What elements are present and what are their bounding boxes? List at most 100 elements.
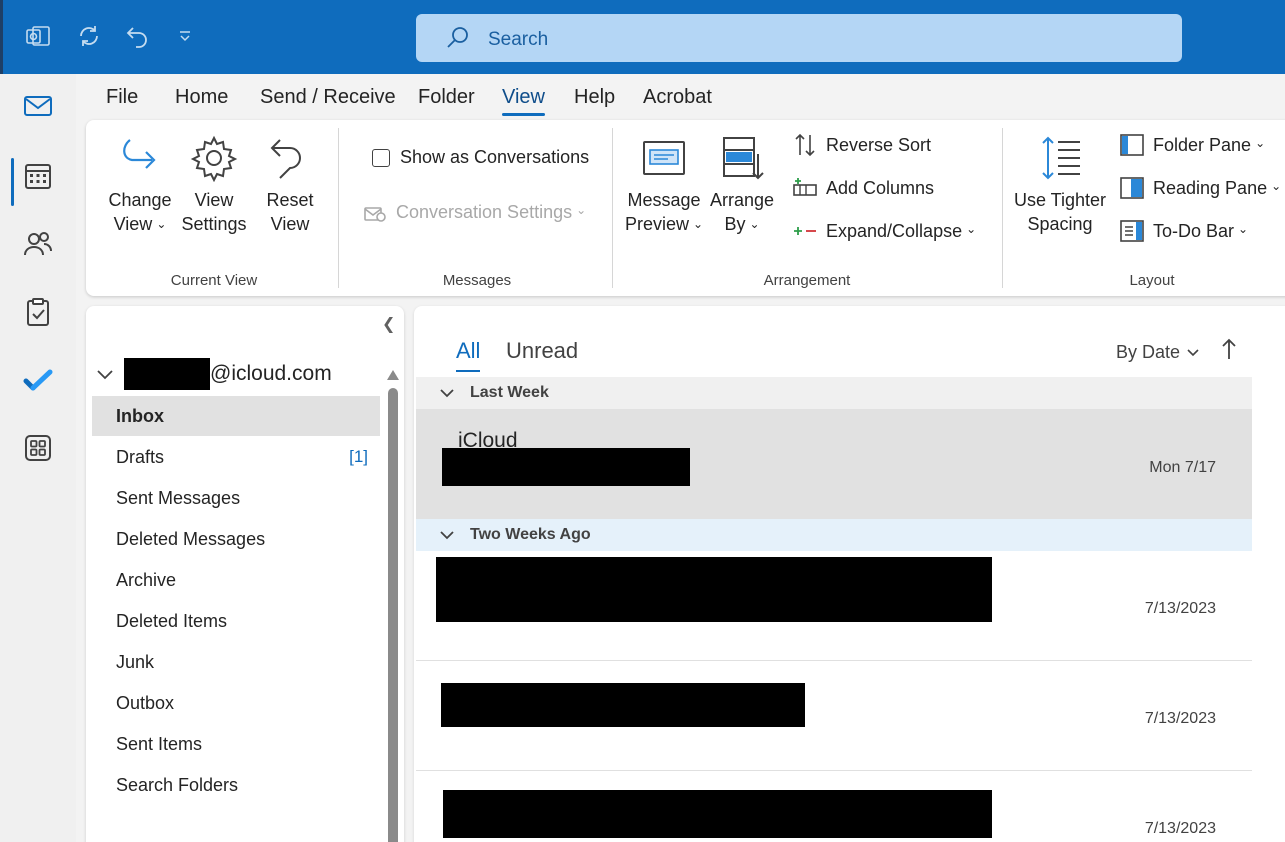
expand-collapse-label: Expand/Collapse (826, 220, 963, 241)
group-header-two-weeks-ago[interactable]: Two Weeks Ago (416, 519, 1252, 551)
title-bar-edge (0, 0, 3, 74)
expand-collapse-button[interactable]: Expand/Collapse ⌄ (792, 218, 976, 244)
todo-bar-button[interactable]: To-Do Bar ⌄ (1119, 218, 1248, 244)
reading-pane-button[interactable]: Reading Pane ⌄ (1119, 175, 1281, 201)
reset-view-button[interactable]: Reset View (256, 134, 324, 236)
tab-acrobat[interactable]: Acrobat (643, 82, 712, 113)
conversation-settings-button[interactable]: Conversation Settings ⌄ (362, 199, 586, 225)
scrollbar-thumb[interactable] (388, 388, 398, 842)
checkbox-box (372, 148, 390, 167)
redacted-message-preview (436, 557, 992, 622)
tab-home[interactable]: Home (175, 82, 228, 113)
chevron-down-icon: ⌄ (1238, 222, 1249, 236)
task-clipboard-icon (27, 298, 49, 326)
show-as-conversations-checkbox[interactable]: Show as Conversations (372, 147, 589, 168)
conversation-settings-label: Conversation Settings (396, 201, 573, 222)
sync-icon[interactable] (75, 22, 103, 50)
redacted-subject (442, 448, 690, 486)
calendar-icon (25, 164, 51, 189)
message-list: All Unread By Date Last Week iCloud Mon … (414, 306, 1285, 842)
message-row[interactable]: 7/13/2023 (416, 551, 1252, 661)
message-row[interactable]: iCloud Mon 7/17 (416, 409, 1252, 519)
folder-pane-button[interactable]: Folder Pane ⌄ (1119, 132, 1265, 158)
undo-icon[interactable] (124, 22, 152, 50)
rail-tasks-button[interactable] (12, 286, 64, 338)
sort-direction-arrow-icon[interactable] (1220, 338, 1238, 366)
ribbon: Change View ⌄ View Settings Reset View Cu… (86, 120, 1285, 296)
scroll-up-arrow-icon[interactable] (387, 370, 399, 380)
chevron-down-icon (96, 365, 114, 383)
folder-deleted-messages[interactable]: Deleted Messages (92, 519, 380, 559)
message-date: Mon 7/17 (1149, 459, 1216, 476)
folder-inbox[interactable]: Inbox (92, 396, 380, 436)
mail-icon (24, 96, 52, 116)
chevron-down-icon (440, 531, 454, 540)
people-icon (24, 232, 52, 256)
unread-count-badge: [1] (349, 447, 368, 466)
filter-tab-unread[interactable]: Unread (506, 338, 578, 364)
chevron-down-icon: ⌄ (1271, 179, 1282, 193)
collapse-folder-pane-icon[interactable]: ❮ (382, 314, 395, 334)
arrange-by-button[interactable]: Arrange By ⌄ (706, 134, 778, 238)
message-date: 7/13/2023 (1144, 820, 1216, 837)
folder-label: Drafts (116, 446, 165, 467)
reset-view-label-1: Reset (266, 190, 314, 210)
chevron-down-icon: ⌄ (966, 222, 977, 236)
folder-drafts[interactable]: Drafts [1] (92, 437, 380, 477)
folder-junk[interactable]: Junk (92, 642, 380, 682)
group-label-current-view: Current View (170, 272, 258, 289)
folder-pane-scrollbar[interactable] (387, 370, 399, 842)
rail-mail-button[interactable] (12, 80, 64, 132)
folder-deleted-items[interactable]: Deleted Items (92, 601, 380, 641)
ribbon-separator (612, 128, 613, 288)
reset-arrow-icon (266, 134, 314, 182)
tab-help[interactable]: Help (574, 82, 615, 113)
ribbon-separator (1002, 128, 1003, 288)
chevron-down-icon (440, 389, 454, 398)
use-tighter-spacing-button[interactable]: Use Tighter Spacing (1010, 134, 1110, 236)
folder-label: Outbox (116, 692, 175, 713)
sort-by-dropdown[interactable]: By Date (1116, 342, 1200, 363)
folder-sent-items[interactable]: Sent Items (92, 724, 380, 764)
message-row[interactable]: 7/13/2023 (416, 661, 1252, 771)
tab-folder[interactable]: Folder (418, 82, 475, 113)
tab-file[interactable]: File (106, 82, 138, 113)
rail-apps-button[interactable] (12, 422, 64, 474)
change-view-label-2: View (113, 214, 153, 234)
reading-pane-icon (1119, 175, 1145, 201)
tighter-spacing-label-1: Use Tighter (1013, 190, 1107, 210)
change-view-button[interactable]: Change View ⌄ (104, 134, 176, 238)
folder-outbox[interactable]: Outbox (92, 683, 380, 723)
chevron-down-icon: ⌄ (692, 217, 704, 231)
group-header-last-week[interactable]: Last Week (416, 377, 1252, 409)
arrange-by-label-1: Arrange (709, 190, 775, 210)
message-row[interactable]: 7/13/2023 (416, 771, 1252, 842)
group-header-label: Two Weeks Ago (470, 526, 591, 543)
reverse-sort-label: Reverse Sort (826, 134, 932, 155)
chevron-down-icon: ⌄ (156, 217, 167, 231)
view-settings-button[interactable]: View Settings (178, 134, 250, 236)
rail-calendar-button[interactable] (12, 150, 64, 202)
folder-archive[interactable]: Archive (92, 560, 380, 600)
arrange-by-icon (718, 134, 766, 182)
customize-toolbar-chevron-icon[interactable] (174, 22, 196, 50)
tab-send-receive[interactable]: Send / Receive (260, 82, 396, 113)
reading-pane-label: Reading Pane (1153, 177, 1268, 198)
group-header-label: Last Week (470, 384, 549, 401)
app-rail (0, 74, 76, 842)
microsoft-todo-icon (23, 369, 53, 391)
rail-people-button[interactable] (12, 218, 64, 270)
tab-view[interactable]: View (502, 82, 545, 116)
folder-label: Deleted Items (116, 610, 228, 631)
reverse-sort-button[interactable]: Reverse Sort (792, 132, 931, 158)
folder-sent-messages[interactable]: Sent Messages (92, 478, 380, 518)
message-preview-button[interactable]: Message Preview ⌄ (622, 134, 706, 238)
account-header[interactable]: @icloud.com (96, 358, 332, 390)
message-preview-icon (640, 134, 688, 182)
add-columns-button[interactable]: Add Columns (792, 175, 934, 201)
filter-tab-all[interactable]: All (456, 338, 481, 372)
search-box[interactable]: Search (416, 14, 1182, 62)
rail-todo-button[interactable] (12, 354, 64, 406)
arrange-by-label-2: By (724, 214, 746, 234)
folder-search-folders[interactable]: Search Folders (92, 765, 380, 805)
